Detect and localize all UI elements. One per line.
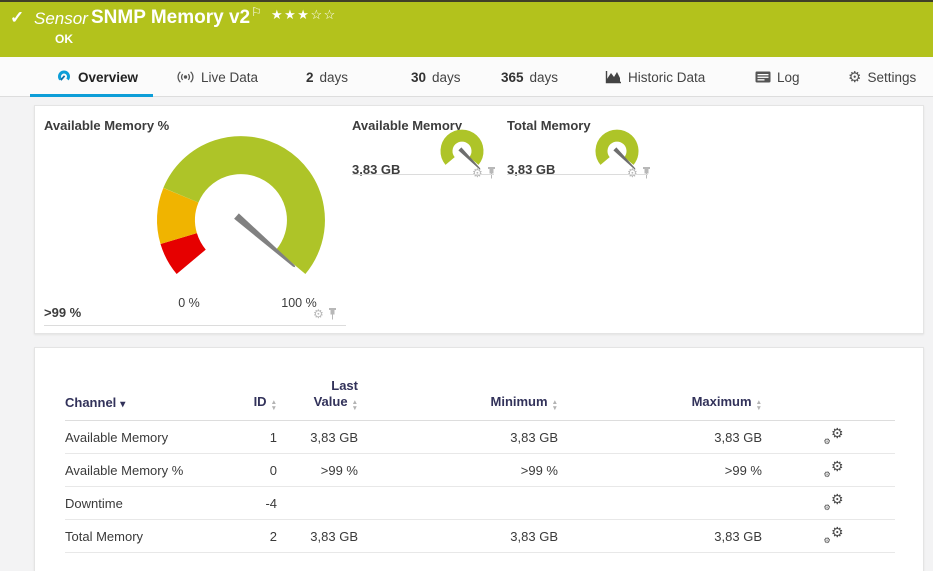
channel-settings-icon[interactable] bbox=[824, 460, 844, 478]
cell-id: 2 bbox=[205, 520, 277, 553]
panel-divider bbox=[352, 174, 494, 175]
cell-actions bbox=[762, 421, 895, 454]
available-memory-percent-gauge bbox=[151, 131, 331, 301]
cell-id: 1 bbox=[205, 421, 277, 454]
total-memory-title: Total Memory bbox=[507, 118, 591, 133]
sort-icon: ▲▼ bbox=[352, 400, 358, 411]
header-actions bbox=[762, 378, 895, 421]
pin-icon[interactable] bbox=[642, 167, 651, 179]
cell-maximum: >99 % bbox=[558, 454, 762, 487]
available-panel-actions: ⚙ bbox=[472, 167, 496, 179]
channel-settings-icon[interactable] bbox=[824, 526, 844, 544]
sensor-header: ✓ Sensor SNMP Memory v2 ⚐ ★★★☆☆ OK bbox=[0, 0, 933, 57]
panel-gear-icon[interactable]: ⚙ bbox=[472, 167, 483, 179]
settings-gear-icon: ⚙ bbox=[848, 70, 861, 85]
sorted-desc-icon: ▾ bbox=[120, 399, 125, 410]
active-tab-underline bbox=[30, 94, 153, 97]
cell-id: 0 bbox=[205, 454, 277, 487]
sort-icon: ▲▼ bbox=[756, 400, 762, 411]
tab-live-data[interactable]: Live Data bbox=[176, 57, 258, 97]
header-minimum[interactable]: Minimum▲▼ bbox=[358, 378, 558, 421]
tab-historic-data[interactable]: Historic Data bbox=[605, 57, 705, 97]
header-channel[interactable]: Channel▾ bbox=[65, 378, 205, 421]
header-id[interactable]: ID▲▼ bbox=[205, 378, 277, 421]
channel-row: Downtime -4 bbox=[65, 487, 895, 520]
cell-maximum: 3,83 GB bbox=[558, 520, 762, 553]
gauge-icon bbox=[56, 69, 72, 85]
cell-minimum: >99 % bbox=[358, 454, 558, 487]
tab-bar: Overview Live Data 2 days 30 days 365 da… bbox=[0, 57, 933, 97]
cell-actions bbox=[762, 487, 895, 520]
status-check-icon: ✓ bbox=[10, 8, 24, 28]
cell-channel: Available Memory % bbox=[65, 454, 205, 487]
tab-log[interactable]: Log bbox=[755, 57, 800, 97]
cell-maximum: 3,83 GB bbox=[558, 421, 762, 454]
channel-row: Total Memory 2 3,83 GB 3,83 GB 3,83 GB bbox=[65, 520, 895, 553]
cell-channel: Downtime bbox=[65, 487, 205, 520]
panel-divider bbox=[507, 174, 648, 175]
header-maximum[interactable]: Maximum▲▼ bbox=[558, 378, 762, 421]
tab-365-days[interactable]: 365 days bbox=[501, 57, 558, 97]
cell-minimum: 3,83 GB bbox=[358, 421, 558, 454]
sort-icon: ▲▼ bbox=[552, 400, 558, 411]
log-icon bbox=[755, 71, 771, 83]
cell-last-value bbox=[277, 487, 358, 520]
priority-stars[interactable]: ★★★☆☆ bbox=[271, 7, 337, 23]
pin-icon[interactable] bbox=[487, 167, 496, 179]
tab-overview[interactable]: Overview bbox=[56, 57, 138, 97]
channel-row: Available Memory 1 3,83 GB 3,83 GB 3,83 … bbox=[65, 421, 895, 454]
cell-channel: Total Memory bbox=[65, 520, 205, 553]
cell-minimum: 3,83 GB bbox=[358, 520, 558, 553]
cell-minimum bbox=[358, 487, 558, 520]
cell-actions bbox=[762, 454, 895, 487]
panel-gear-icon[interactable]: ⚙ bbox=[313, 308, 324, 320]
cell-id: -4 bbox=[205, 487, 277, 520]
sensor-title: SNMP Memory v2 bbox=[91, 7, 250, 29]
header-last-value[interactable]: Last Value▲▼ bbox=[277, 378, 358, 421]
cell-channel: Available Memory bbox=[65, 421, 205, 454]
flag-icon[interactable]: ⚐ bbox=[251, 5, 262, 19]
pin-icon[interactable] bbox=[328, 308, 337, 320]
channel-settings-icon[interactable] bbox=[824, 493, 844, 511]
main-gauge-value: >99 % bbox=[44, 305, 81, 320]
cell-last-value: >99 % bbox=[277, 454, 358, 487]
panel-divider bbox=[44, 325, 346, 326]
sort-icon: ▲▼ bbox=[271, 400, 277, 411]
gauge-min-label: 0 % bbox=[171, 296, 207, 310]
cell-last-value: 3,83 GB bbox=[277, 421, 358, 454]
gauge-zone-yellow bbox=[176, 195, 181, 238]
total-panel-actions: ⚙ bbox=[627, 167, 651, 179]
cell-actions bbox=[762, 520, 895, 553]
tab-2-days[interactable]: 2 days bbox=[306, 57, 348, 97]
channel-settings-icon[interactable] bbox=[824, 427, 844, 445]
gauges-card: Available Memory % 0 % 100 % >99 % ⚙ Ava… bbox=[34, 105, 924, 334]
tab-settings[interactable]: ⚙ Settings bbox=[848, 57, 916, 97]
status-badge: OK bbox=[55, 32, 73, 46]
gauge-zone-red bbox=[179, 239, 192, 262]
tab-30-days[interactable]: 30 days bbox=[411, 57, 461, 97]
cell-maximum bbox=[558, 487, 762, 520]
cell-last-value: 3,83 GB bbox=[277, 520, 358, 553]
channel-row: Available Memory % 0 >99 % >99 % >99 % bbox=[65, 454, 895, 487]
object-kind-label: Sensor bbox=[34, 9, 88, 29]
main-panel-actions: ⚙ bbox=[313, 308, 337, 320]
historic-chart-icon bbox=[605, 70, 622, 84]
panel-gear-icon[interactable]: ⚙ bbox=[627, 167, 638, 179]
channels-card: Channel▾ ID▲▼ Last Value▲▼ Minimum▲▼ Max… bbox=[34, 347, 924, 571]
live-data-icon bbox=[176, 70, 195, 84]
channels-table: Channel▾ ID▲▼ Last Value▲▼ Minimum▲▼ Max… bbox=[65, 378, 895, 553]
